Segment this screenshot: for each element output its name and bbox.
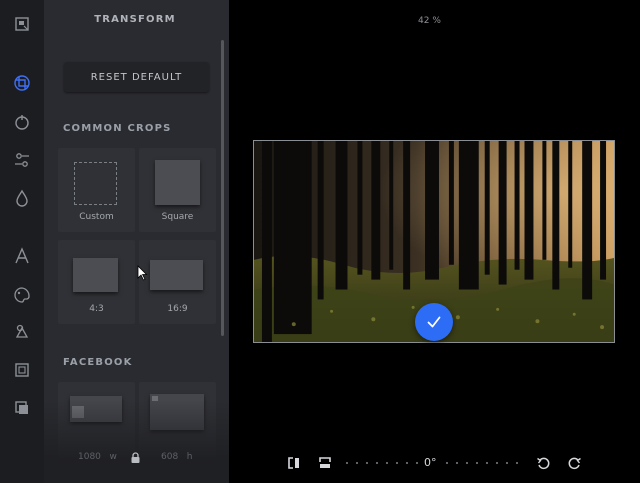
square-crop-thumbnail: [155, 160, 200, 205]
dimension-readout: 1080 w 608 h: [44, 452, 229, 472]
rotate-right-button[interactable]: [567, 455, 583, 471]
confirm-button[interactable]: [415, 303, 453, 341]
flip-horizontal-icon: [288, 457, 299, 469]
mouse-cursor-icon: [137, 265, 148, 281]
sticker-icon[interactable]: [12, 322, 32, 342]
crop-label: Square: [161, 212, 194, 222]
checkmark-icon: [427, 316, 441, 328]
panel-scrollbar[interactable]: [221, 40, 224, 336]
reset-default-button[interactable]: RESET DEFAULT: [64, 62, 209, 92]
rotate-right-icon: [568, 457, 581, 470]
crop-label: Custom: [79, 212, 114, 222]
panel-title: TRANSFORM: [94, 14, 176, 25]
rotate-left-button[interactable]: [535, 455, 551, 471]
ratio-4-3-thumbnail: [73, 258, 118, 292]
transform-panel: TRANSFORM RESET DEFAULT COMMON CROPS Cus…: [44, 0, 229, 483]
zoom-level: 42 %: [418, 16, 441, 26]
height-value[interactable]: 608 h: [161, 452, 193, 462]
frame-icon[interactable]: [12, 14, 32, 34]
focus-icon[interactable]: [12, 188, 32, 208]
crop-square[interactable]: Square: [139, 148, 216, 232]
text-icon[interactable]: [12, 246, 32, 266]
crop-label: 16:9: [167, 304, 188, 314]
crop-custom[interactable]: Custom: [58, 148, 135, 232]
adjust-icon[interactable]: [12, 150, 32, 170]
width-value[interactable]: 1080 w: [78, 452, 117, 462]
custom-crop-thumbnail: [74, 162, 117, 205]
crop-4-3[interactable]: 4:3: [58, 240, 135, 324]
flip-horizontal-button[interactable]: [286, 455, 302, 471]
rotate-left-icon: [537, 457, 550, 470]
crop-label: 4:3: [89, 304, 104, 314]
flip-vertical-button[interactable]: [317, 455, 333, 471]
paint-icon[interactable]: [12, 285, 32, 305]
lock-icon[interactable]: [130, 452, 141, 467]
common-crops-heading: COMMON CROPS: [63, 123, 172, 134]
overlay-icon[interactable]: [12, 398, 32, 418]
flip-vertical-icon: [319, 457, 331, 468]
rotation-angle: 0°: [424, 456, 437, 469]
transform-icon[interactable]: [12, 73, 32, 93]
filter-icon[interactable]: [12, 112, 32, 132]
border-icon[interactable]: [12, 360, 32, 380]
tool-rail: [0, 0, 44, 483]
ratio-16-9-thumbnail: [150, 260, 203, 290]
facebook-heading: FACEBOOK: [63, 357, 133, 368]
crop-16-9[interactable]: 16:9: [139, 240, 216, 324]
